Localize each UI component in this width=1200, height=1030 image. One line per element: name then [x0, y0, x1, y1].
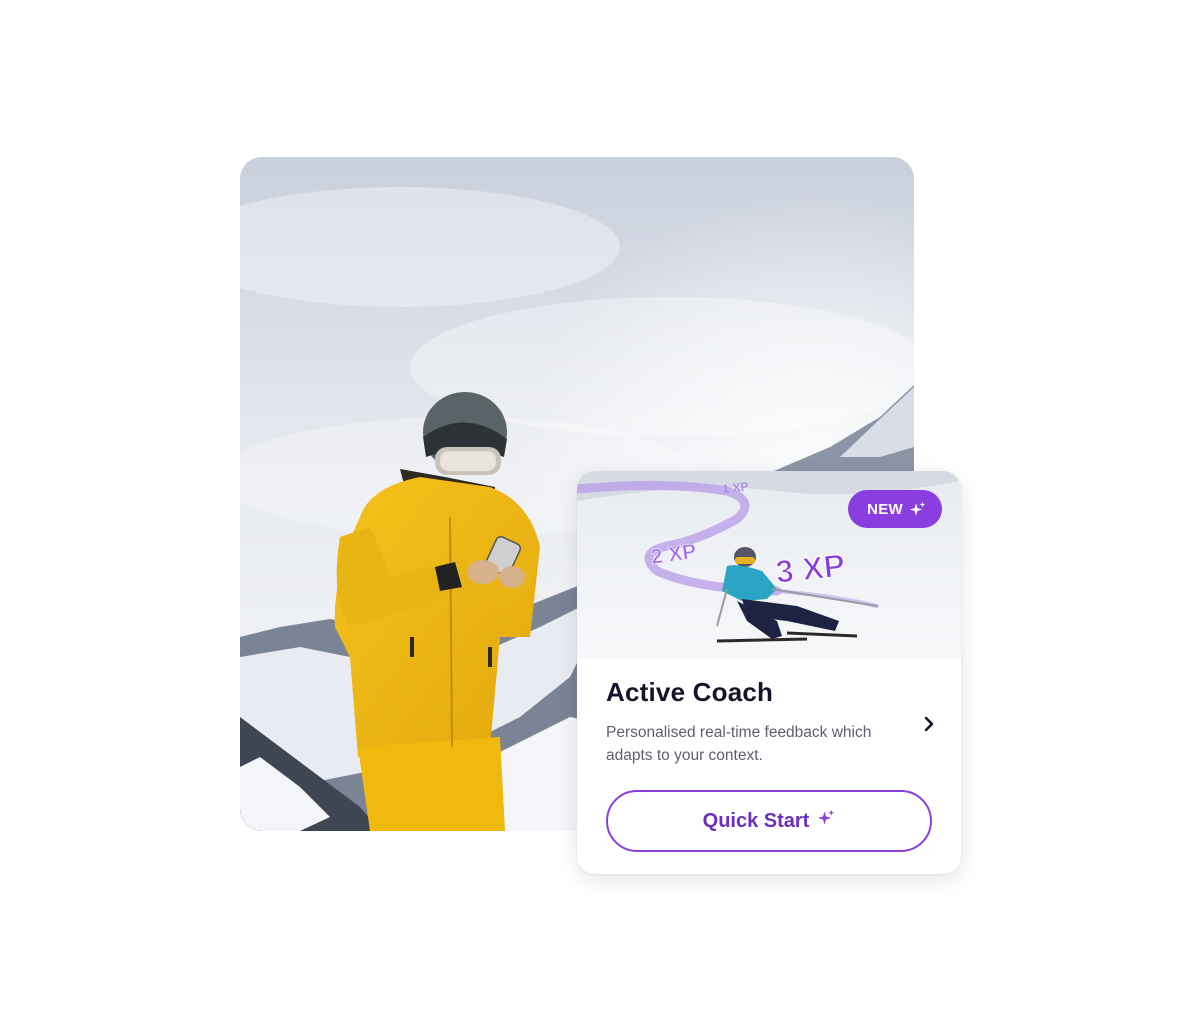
xp-label-1: 1 XP: [722, 479, 749, 496]
quick-start-label: Quick Start: [702, 809, 810, 832]
active-coach-card[interactable]: 1 XP 2 XP 3 XP NEW Active Coach Personal…: [577, 471, 961, 874]
xp-label-3: 3 XP: [774, 547, 847, 590]
chevron-right-icon[interactable]: [919, 714, 939, 734]
sparkle-icon: [818, 809, 835, 825]
sparkle-icon: [909, 501, 926, 516]
new-badge-label: NEW: [867, 500, 903, 518]
new-badge: NEW: [848, 490, 942, 528]
card-title: Active Coach: [606, 677, 774, 707]
card-image: 1 XP 2 XP 3 XP NEW: [577, 471, 961, 659]
card-description: Personalised real-time feedback which ad…: [606, 724, 872, 764]
quick-start-button[interactable]: Quick Start: [606, 790, 932, 852]
